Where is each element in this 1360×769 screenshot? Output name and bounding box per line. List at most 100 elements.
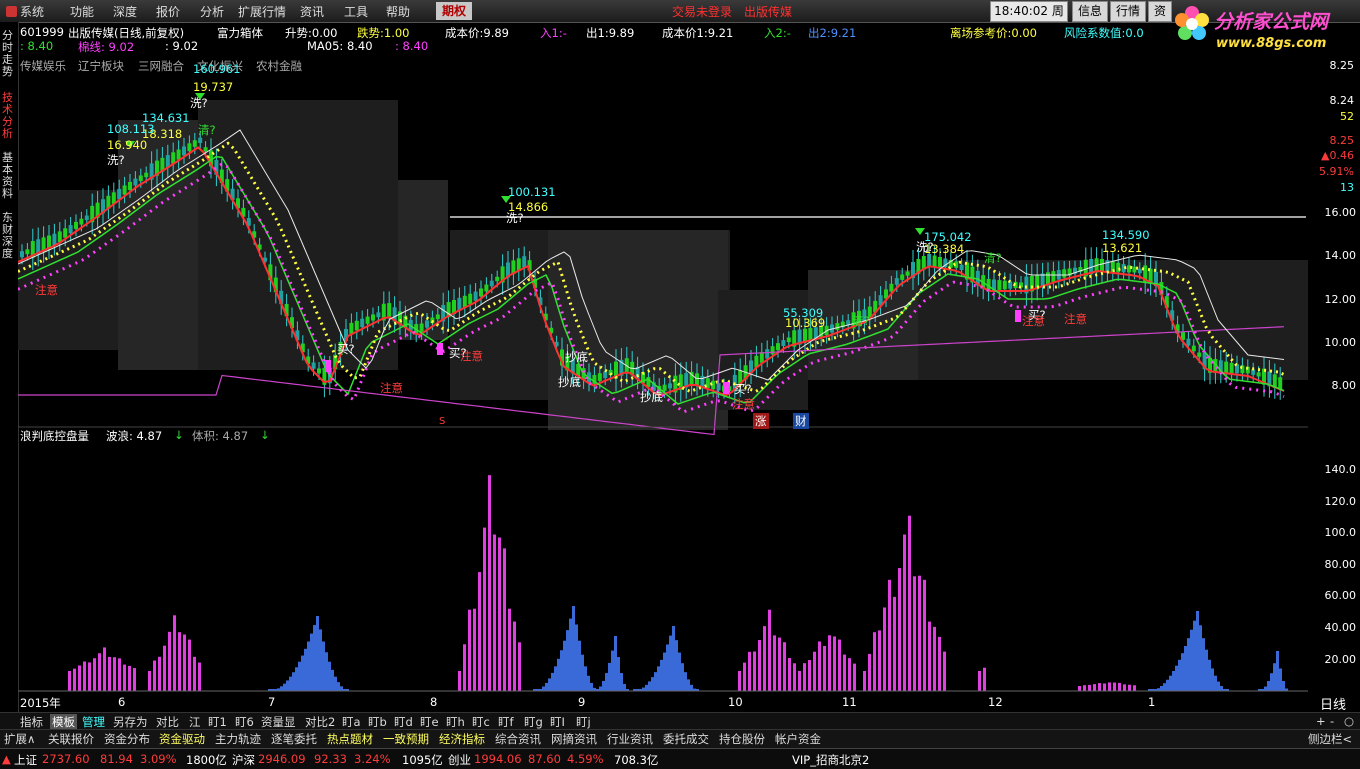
tab-ding-c[interactable]: 盯c bbox=[472, 714, 490, 730]
tab-ding-g[interactable]: 盯g bbox=[524, 714, 543, 730]
volume-bar bbox=[983, 667, 986, 691]
tab-tick-order[interactable]: 逐笔委托 bbox=[271, 731, 317, 747]
tab-ding-h[interactable]: 盯h bbox=[446, 714, 465, 730]
volume-bar bbox=[473, 608, 476, 691]
more-button[interactable]: 资 bbox=[1148, 1, 1173, 22]
tab-account[interactable]: 帐户资金 bbox=[775, 731, 821, 747]
hs-name[interactable]: 沪深 bbox=[232, 752, 255, 768]
tab-industry-news[interactable]: 行业资讯 bbox=[607, 731, 653, 747]
tab-manage[interactable]: 管理 bbox=[82, 714, 105, 730]
tab-news[interactable]: 综合资讯 bbox=[495, 731, 541, 747]
volume-bar bbox=[617, 657, 620, 691]
volume-bar bbox=[803, 663, 806, 691]
menu-analysis[interactable]: 分析 bbox=[200, 3, 224, 20]
tab-ding-b[interactable]: 盯b bbox=[368, 714, 387, 730]
tab-fund-drive[interactable]: 资金驱动 bbox=[159, 731, 205, 747]
right-price-1: 8.25 bbox=[1329, 59, 1355, 72]
kline-chart[interactable] bbox=[18, 60, 1308, 710]
volume-bar bbox=[743, 662, 746, 691]
candle-body bbox=[63, 228, 68, 238]
volume-bar bbox=[938, 636, 941, 691]
event-finance-marker[interactable]: 财 bbox=[793, 413, 809, 429]
sidebar-toggle[interactable]: 侧边栏< bbox=[1308, 731, 1352, 747]
tab-main-track[interactable]: 主力轨迹 bbox=[215, 731, 261, 747]
login-status[interactable]: 交易未登录 bbox=[672, 3, 732, 20]
tab-jiang[interactable]: 江 bbox=[189, 714, 201, 730]
menu-options[interactable]: 期权 bbox=[436, 2, 473, 20]
menu-function[interactable]: 功能 bbox=[70, 3, 94, 20]
peak-label-6b: 13.621 bbox=[1102, 241, 1143, 255]
tab-ding-j[interactable]: 盯j bbox=[576, 714, 591, 730]
tab-fundamental[interactable]: 基本资料 bbox=[2, 152, 16, 200]
candle-body bbox=[603, 371, 608, 378]
event-s-marker[interactable]: S bbox=[439, 416, 445, 427]
tab-technical[interactable]: 技术分析 bbox=[2, 92, 16, 140]
tab-intraday[interactable]: 分时走势 bbox=[2, 30, 16, 78]
sh-price: 2737.60 bbox=[42, 752, 90, 766]
tab-indicator[interactable]: 指标 bbox=[20, 714, 43, 730]
tab-ding-d[interactable]: 盯d bbox=[394, 714, 413, 730]
menu-tools[interactable]: 工具 bbox=[344, 3, 368, 20]
tab-eastmoney[interactable]: 东财深度 bbox=[2, 212, 16, 260]
clear-label-1: 清? bbox=[198, 123, 216, 137]
tab-ding6[interactable]: 盯6 bbox=[235, 714, 254, 730]
tab-ding-a[interactable]: 盯a bbox=[342, 714, 361, 730]
broker-name[interactable]: VIP_招商北京2 bbox=[792, 752, 869, 768]
period-label[interactable]: 日线 bbox=[1320, 694, 1346, 713]
tab-template[interactable]: 模板 bbox=[50, 714, 77, 730]
tab-ding-e[interactable]: 盯e bbox=[420, 714, 439, 730]
quote-button[interactable]: 行情 bbox=[1110, 1, 1147, 22]
candle-body bbox=[484, 284, 489, 292]
cy-name[interactable]: 创业 bbox=[448, 752, 471, 768]
menu-system[interactable]: 系统 bbox=[6, 3, 44, 20]
cy-percent: 4.59% bbox=[567, 752, 604, 766]
volume-bar bbox=[313, 625, 316, 691]
candle-body bbox=[668, 383, 672, 389]
info-button[interactable]: 信息 bbox=[1072, 1, 1109, 22]
tab-ding1[interactable]: 盯1 bbox=[208, 714, 227, 730]
candle-body bbox=[662, 384, 667, 391]
tab-save-as[interactable]: 另存为 bbox=[113, 714, 148, 730]
tab-expand[interactable]: 扩展∧ bbox=[4, 731, 35, 747]
circle-icon[interactable]: ○ bbox=[1344, 714, 1354, 728]
tab-ding-i[interactable]: 盯I bbox=[550, 714, 565, 730]
tab-consensus[interactable]: 一致预期 bbox=[383, 731, 429, 747]
tab-orders[interactable]: 委托成交 bbox=[663, 731, 709, 747]
tab-compare2[interactable]: 对比2 bbox=[305, 714, 335, 730]
volume-bar bbox=[823, 646, 826, 691]
volume-bar bbox=[188, 639, 191, 691]
menu-quote[interactable]: 报价 bbox=[156, 3, 180, 20]
tab-positions[interactable]: 持仓股份 bbox=[719, 731, 765, 747]
volume-indicator-title[interactable]: 浪判底控盘量 bbox=[20, 428, 89, 444]
volume-bar bbox=[304, 648, 307, 691]
candle-body bbox=[462, 295, 467, 308]
hs-amount: 1095亿 bbox=[402, 753, 443, 767]
menu-help[interactable]: 帮助 bbox=[386, 3, 410, 20]
volume-bar bbox=[978, 671, 981, 691]
volume-bar bbox=[893, 596, 896, 691]
tab-economic[interactable]: 经济指标 bbox=[439, 731, 485, 747]
volume-bar bbox=[1175, 665, 1178, 691]
event-rise-marker[interactable]: 涨 bbox=[753, 413, 769, 429]
tab-web-news[interactable]: 网摘资讯 bbox=[551, 731, 597, 747]
volume-bar bbox=[663, 652, 666, 691]
menu-ext-market[interactable]: 扩展行情 bbox=[238, 3, 286, 20]
menu-depth[interactable]: 深度 bbox=[113, 3, 137, 20]
tab-fund-distribution[interactable]: 资金分布 bbox=[104, 731, 150, 747]
zoom-in-button[interactable]: + bbox=[1316, 714, 1326, 728]
sh-name[interactable]: 上证 bbox=[14, 752, 37, 768]
indicator-name[interactable]: 富力箱体 bbox=[217, 25, 263, 41]
volume-bar bbox=[301, 655, 304, 691]
volume-bar bbox=[1187, 638, 1190, 691]
tab-related-quote[interactable]: 关联报价 bbox=[48, 731, 94, 747]
wash-label-1: 洗? bbox=[190, 96, 208, 110]
tab-compare[interactable]: 对比 bbox=[156, 714, 179, 730]
tab-ding-f[interactable]: 盯f bbox=[498, 714, 514, 730]
menu-news[interactable]: 资讯 bbox=[300, 3, 324, 20]
candle-body bbox=[182, 146, 186, 156]
candle-body bbox=[354, 320, 359, 331]
tab-capital-show[interactable]: 资量显 bbox=[261, 714, 296, 730]
volume-bar bbox=[788, 658, 791, 691]
zoom-out-button[interactable]: - bbox=[1330, 714, 1334, 728]
tab-hot-topics[interactable]: 热点题材 bbox=[327, 731, 373, 747]
